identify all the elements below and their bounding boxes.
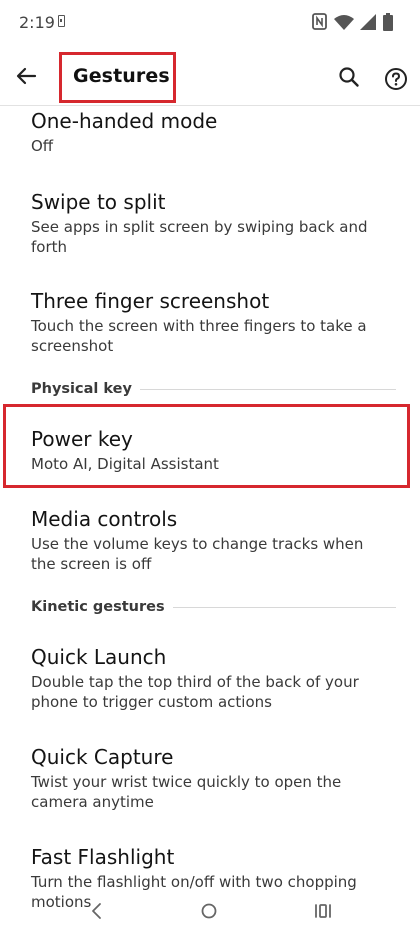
nav-back-icon[interactable] xyxy=(87,901,107,921)
sim-card-icon xyxy=(58,15,65,27)
setting-title: Fast Flashlight xyxy=(31,845,175,869)
section-divider xyxy=(172,606,396,608)
setting-one-handed-mode[interactable]: One-handed mode Off xyxy=(0,108,420,156)
gestures-settings-screen: 2:19 Gestures One-handed mode Off Swipe … xyxy=(0,0,420,933)
nfc-icon xyxy=(312,13,327,30)
setting-three-finger-screenshot[interactable]: Three finger screenshot Touch the screen… xyxy=(0,288,420,356)
section-label: Kinetic gestures xyxy=(31,599,165,615)
settings-list: One-handed mode Off Swipe to split See a… xyxy=(0,106,420,933)
setting-summary: Double tap the top third of the back of … xyxy=(31,673,359,711)
help-button[interactable] xyxy=(384,67,408,91)
setting-swipe-to-split[interactable]: Swipe to split See apps in split screen … xyxy=(0,189,420,257)
power-key-highlight-box xyxy=(3,404,410,488)
page-title: Gestures xyxy=(73,65,170,87)
section-header-kinetic-gestures: Kinetic gestures xyxy=(31,599,396,615)
nav-home-icon[interactable] xyxy=(199,901,219,921)
app-bar: Gestures xyxy=(0,46,420,106)
section-label: Physical key xyxy=(31,381,132,397)
setting-summary: Off xyxy=(31,137,54,155)
setting-summary: Use the volume keys to change tracks whe… xyxy=(31,535,364,573)
wifi-icon xyxy=(334,15,354,30)
status-time: 2:19 xyxy=(19,13,55,32)
status-bar: 2:19 xyxy=(0,0,420,46)
status-icons xyxy=(312,11,406,33)
setting-summary: Touch the screen with three fingers to t… xyxy=(31,317,367,355)
setting-summary: Twist your wrist twice quickly to open t… xyxy=(31,773,342,811)
back-button[interactable] xyxy=(10,60,42,92)
setting-title: Three finger screenshot xyxy=(31,289,270,313)
setting-title: Swipe to split xyxy=(31,190,166,214)
navigation-bar xyxy=(0,889,420,933)
setting-title: Quick Capture xyxy=(31,745,174,769)
setting-summary: See apps in split screen by swiping back… xyxy=(31,218,368,256)
back-arrow-icon xyxy=(16,67,37,85)
section-divider xyxy=(139,388,396,390)
search-icon xyxy=(339,67,359,87)
setting-title: Quick Launch xyxy=(31,645,167,669)
setting-title: One-handed mode xyxy=(31,109,218,133)
battery-icon xyxy=(383,13,393,31)
help-icon xyxy=(385,68,407,90)
setting-quick-capture[interactable]: Quick Capture Twist your wrist twice qui… xyxy=(0,744,420,812)
search-button[interactable] xyxy=(336,64,362,90)
nav-recents-icon[interactable] xyxy=(313,901,333,921)
setting-title: Media controls xyxy=(31,507,178,531)
setting-media-controls[interactable]: Media controls Use the volume keys to ch… xyxy=(0,506,420,574)
section-header-physical-key: Physical key xyxy=(31,381,396,397)
cell-signal-icon xyxy=(360,14,376,30)
setting-quick-launch[interactable]: Quick Launch Double tap the top third of… xyxy=(0,644,420,712)
